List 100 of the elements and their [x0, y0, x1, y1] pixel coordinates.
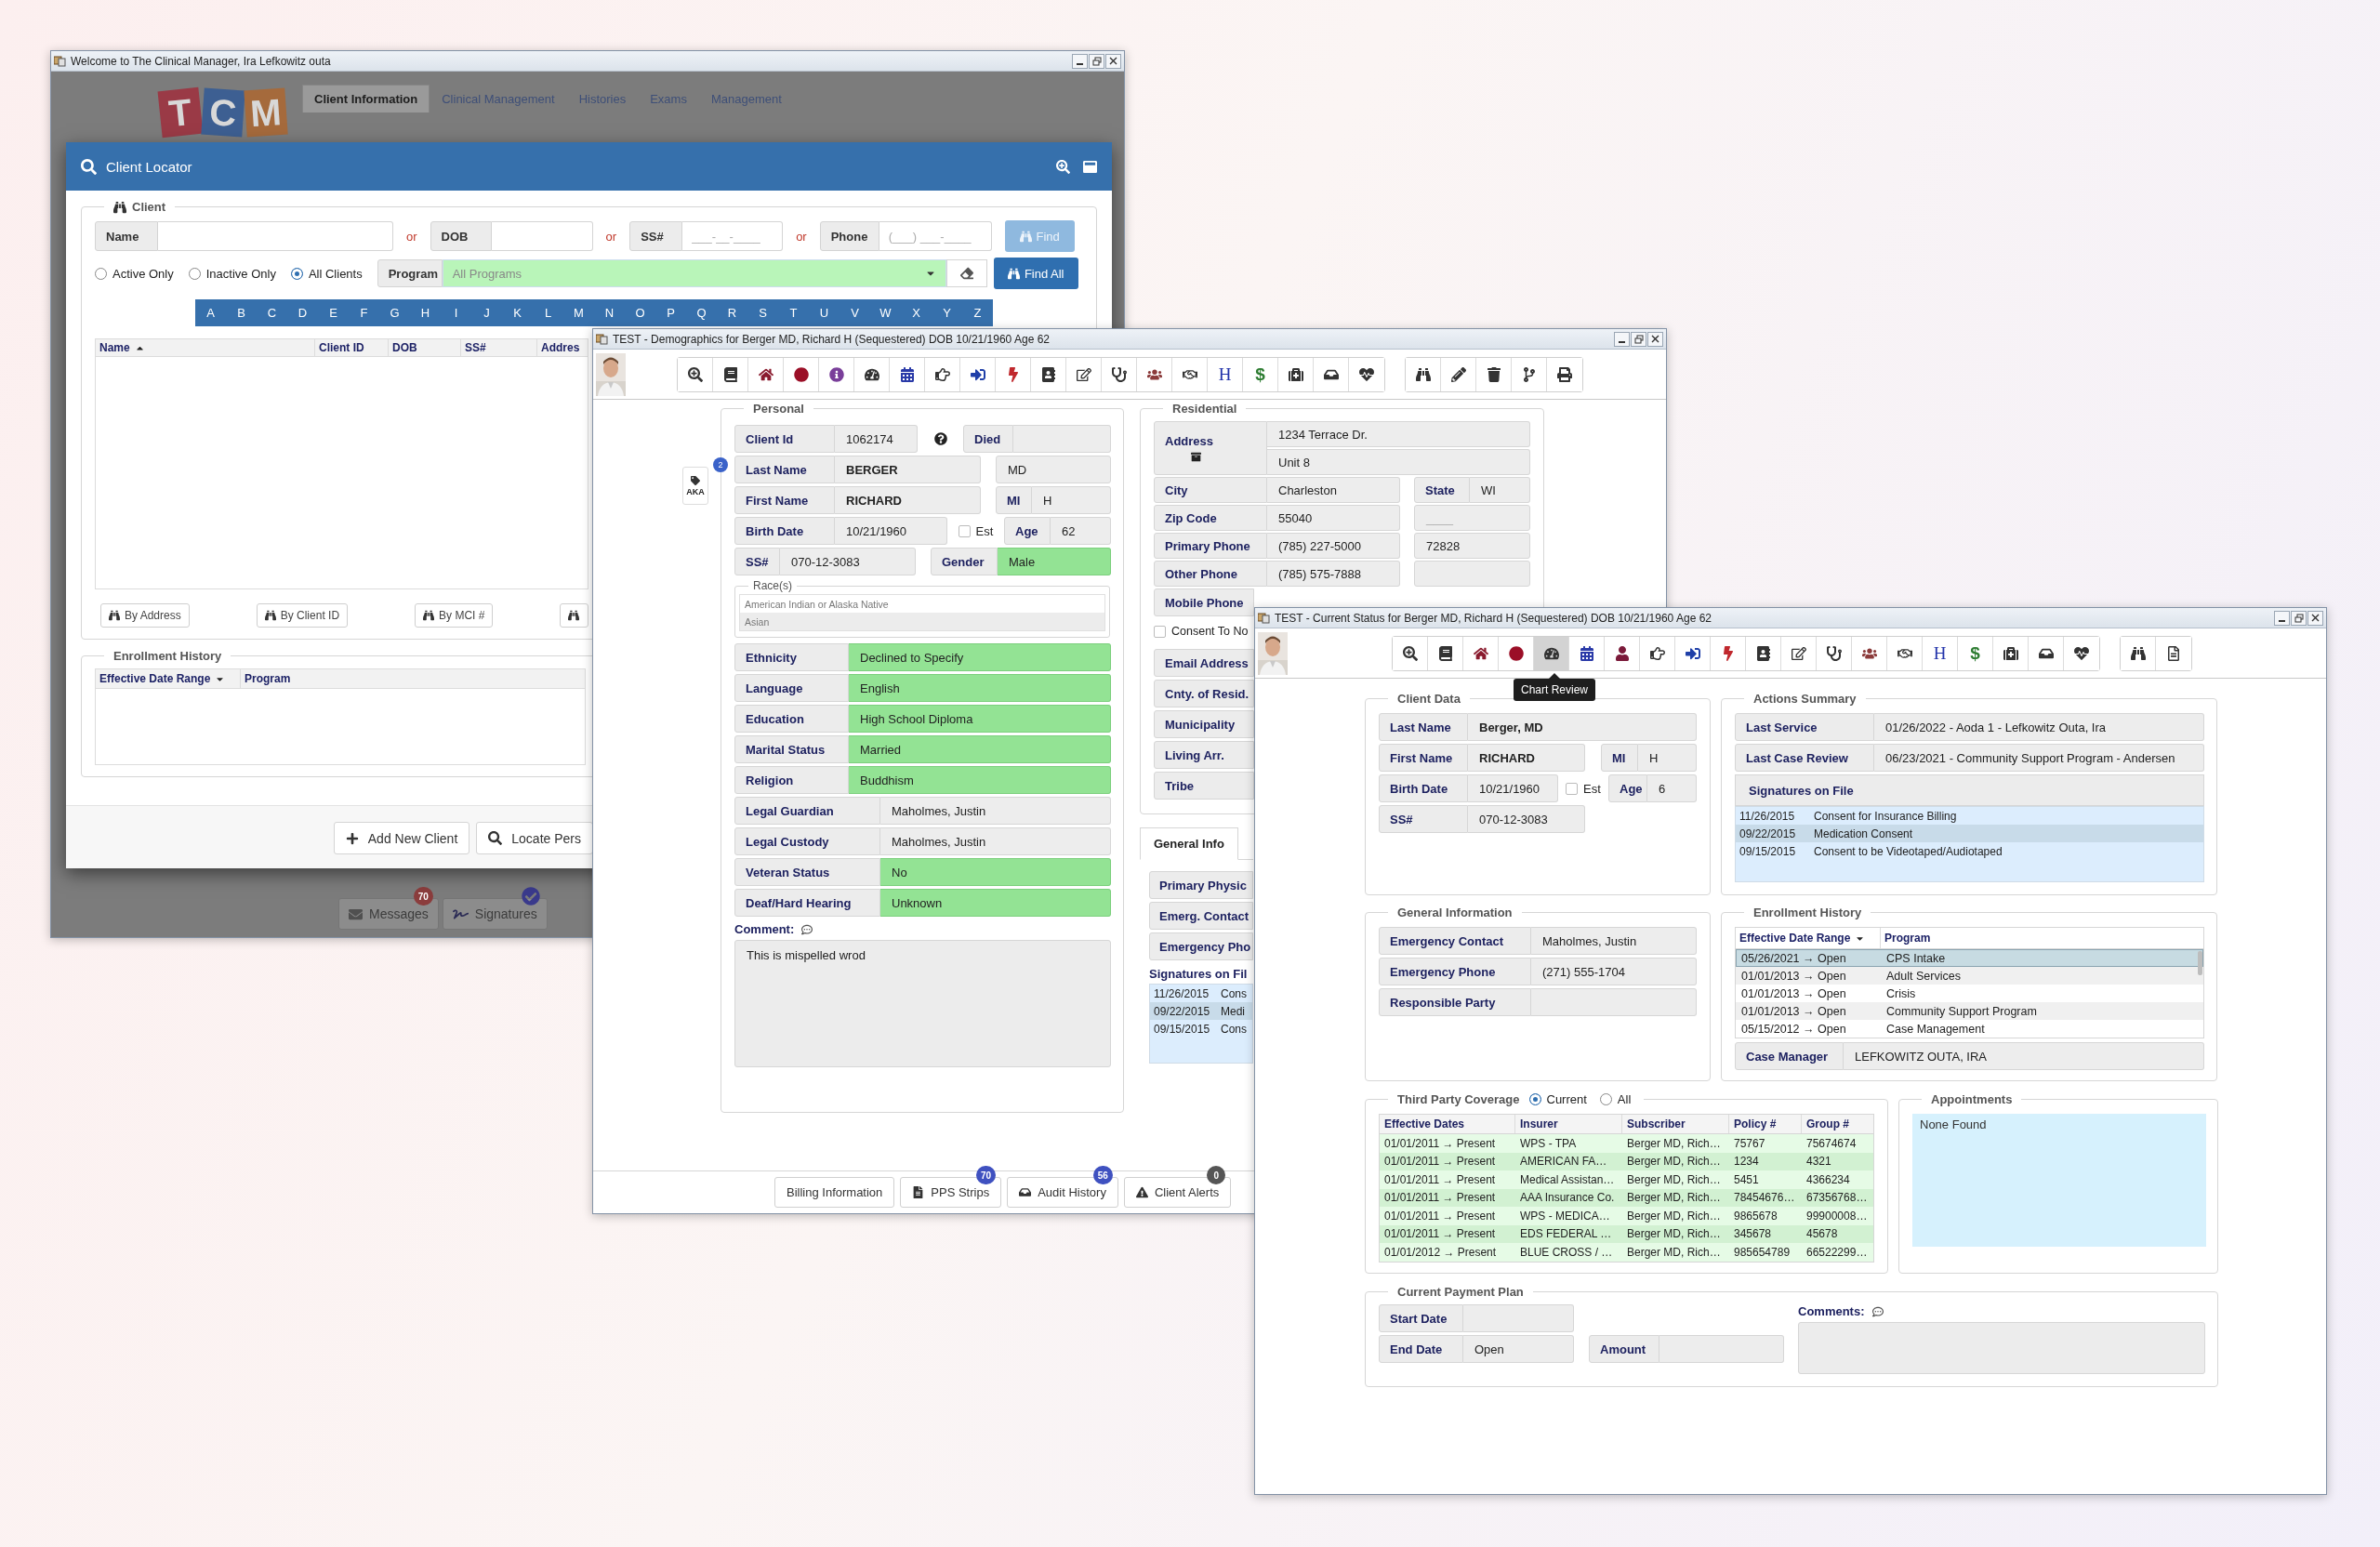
input-field[interactable]: RICHARD — [835, 486, 981, 514]
column-header[interactable]: Name — [96, 339, 315, 356]
comment-field[interactable] — [1798, 1322, 2205, 1374]
input-field[interactable]: WI — [1470, 477, 1530, 503]
search-by-button[interactable]: By Client ID — [256, 603, 349, 628]
letter-button[interactable]: J — [471, 299, 502, 326]
input-field[interactable]: Male — [998, 548, 1111, 575]
search-by-button[interactable]: By Address — [100, 603, 190, 628]
radio-button[interactable] — [1528, 1093, 1541, 1105]
checkbox[interactable] — [1154, 625, 1166, 638]
table-row[interactable]: 05/26/2021 → Open CPS Intake — [1736, 949, 2203, 967]
checkbox[interactable] — [958, 524, 971, 537]
input-field[interactable]: 070-12-3083 — [780, 548, 916, 575]
input-field[interactable]: 72828 — [1414, 533, 1530, 559]
input-field[interactable]: Maholmes, Justin — [880, 827, 1111, 855]
input-field[interactable]: 10/21/1960 — [1468, 774, 1558, 802]
input-field[interactable]: 55040 — [1267, 505, 1400, 531]
letter-button[interactable]: D — [287, 299, 318, 326]
letter-button[interactable]: U — [809, 299, 840, 326]
radio-button[interactable] — [95, 267, 107, 280]
toolbar-button[interactable] — [678, 357, 713, 391]
letter-button[interactable]: O — [625, 299, 655, 326]
checkbox[interactable] — [1566, 782, 1579, 795]
input-field[interactable]: Open — [1463, 1335, 1574, 1363]
restore-button[interactable] — [2291, 610, 2307, 626]
input-field[interactable] — [158, 221, 393, 251]
input-field[interactable]: No — [880, 858, 1111, 886]
input-field[interactable]: 1234 Terrace Dr. — [1267, 421, 1530, 447]
input-field[interactable]: Unit 8 — [1267, 449, 1530, 475]
input-field[interactable]: Unknown — [880, 889, 1111, 917]
column-header[interactable]: Client ID — [315, 339, 389, 356]
input-field[interactable]: Married — [849, 735, 1111, 763]
letter-button[interactable]: T — [778, 299, 809, 326]
input-field[interactable]: MD — [996, 456, 1111, 483]
list-row[interactable]: 11/26/2015 Cons — [1150, 985, 1252, 1002]
close-button[interactable] — [1647, 331, 1663, 347]
list-row[interactable]: 09/15/2015 Consent to be Videotaped/Audiotaped — [1736, 842, 2203, 860]
column-header[interactable]: Insurer — [1515, 1115, 1622, 1133]
input-field[interactable]: H — [1032, 486, 1111, 514]
input-field[interactable]: Charleston — [1267, 477, 1400, 503]
input-field[interactable]: 070-12-3083 — [1468, 805, 1585, 833]
letter-button[interactable]: C — [257, 299, 287, 326]
list-row[interactable]: 09/22/2015 Medication Consent — [1736, 825, 2203, 842]
input-field[interactable]: Buddhism — [849, 766, 1111, 794]
column-header[interactable]: Addres — [537, 339, 589, 356]
input-field[interactable]: Berger, MD — [1468, 713, 1697, 741]
letter-button[interactable]: Q — [686, 299, 717, 326]
find-all-button[interactable]: Find All — [993, 258, 1078, 289]
minimize-button[interactable] — [1072, 53, 1088, 69]
restore-button[interactable] — [1089, 53, 1104, 69]
input-field[interactable]: 06/23/2021 - Community Support Program - Andersen — [1874, 744, 2204, 772]
toolbar-button[interactable] — [1534, 636, 1569, 670]
letter-button[interactable]: W — [870, 299, 901, 326]
list-row[interactable]: 09/15/2015 Cons — [1150, 1020, 1252, 1038]
input-field[interactable]: H — [1638, 744, 1697, 772]
column-header[interactable]: Group # — [1802, 1115, 1875, 1133]
input-field[interactable] — [491, 221, 593, 251]
input-field[interactable]: 62 — [1051, 517, 1111, 545]
letter-button[interactable]: A — [195, 299, 226, 326]
toolbar-button[interactable] — [2121, 636, 2156, 670]
column-header[interactable]: Subscriber — [1622, 1115, 1729, 1133]
column-header[interactable]: Program — [241, 669, 587, 688]
letter-button[interactable]: I — [441, 299, 471, 326]
input-field[interactable]: (785) 227-5000 — [1267, 533, 1400, 559]
input-field[interactable]: English — [849, 674, 1111, 702]
input-field[interactable]: (___) ___-____ — [879, 221, 992, 251]
list-item[interactable]: Asian — [740, 613, 1104, 630]
column-header[interactable]: Policy # — [1729, 1115, 1802, 1133]
minimize-button[interactable] — [2274, 610, 2290, 626]
comment-field[interactable]: This is mispelled wrod — [734, 940, 1111, 1067]
letter-button[interactable]: F — [349, 299, 379, 326]
input-field[interactable] — [1013, 425, 1111, 453]
input-field[interactable]: High School Diploma — [849, 705, 1111, 733]
input-field[interactable]: 10/21/1960 — [835, 517, 947, 545]
tab[interactable]: Client Information — [302, 85, 430, 112]
clear-button[interactable] — [945, 259, 987, 287]
radio-button[interactable] — [290, 267, 303, 280]
input-field[interactable] — [1414, 561, 1530, 587]
toolbar-button[interactable] — [1406, 357, 1441, 391]
close-button[interactable] — [1105, 53, 1121, 69]
letter-button[interactable]: L — [533, 299, 563, 326]
table-row[interactable]: 01/01/2013 → Open Community Support Program — [1736, 1002, 2203, 1020]
input-field[interactable]: LEFKOWITZ OUTA, IRA — [1844, 1042, 2204, 1070]
input-field[interactable] — [1463, 1304, 1574, 1332]
input-field[interactable]: (785) 575-7888 — [1267, 561, 1400, 587]
input-field[interactable]: Maholmes, Justin — [880, 797, 1111, 825]
input-field[interactable]: RICHARD — [1468, 744, 1585, 772]
letter-button[interactable]: R — [717, 299, 747, 326]
close-button[interactable] — [2307, 610, 2323, 626]
toolbar-button[interactable] — [1393, 636, 1428, 670]
letter-button[interactable]: P — [655, 299, 686, 326]
minimize-button[interactable] — [1614, 331, 1630, 347]
column-header[interactable]: SS# — [461, 339, 537, 356]
letter-button[interactable]: B — [226, 299, 257, 326]
input-field[interactable]: ___-__-____ — [682, 221, 784, 251]
footer-button[interactable]: Locate Pers — [476, 822, 593, 854]
column-header[interactable]: Program — [1881, 928, 2203, 948]
help-icon[interactable] — [933, 432, 947, 445]
table-row[interactable]: 01/01/2013 → Open Adult Services — [1736, 967, 2203, 985]
letter-button[interactable]: Y — [932, 299, 962, 326]
